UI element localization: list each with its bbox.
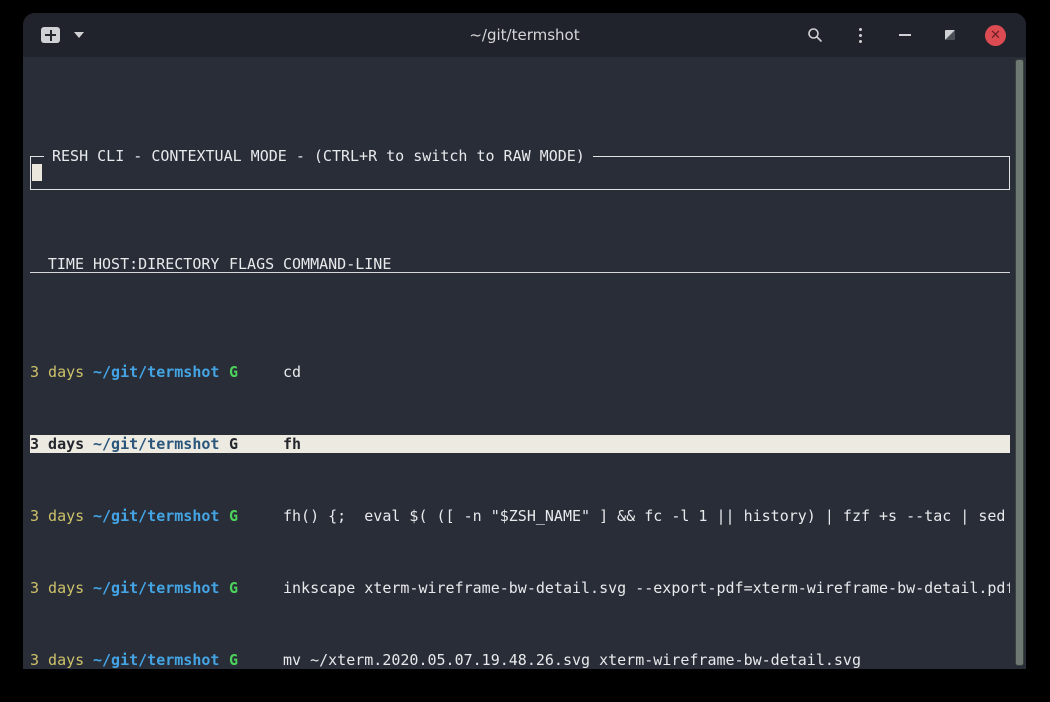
row-time: 3 days bbox=[30, 579, 84, 597]
row-command: mv ~/xterm.2020.05.07.19.48.26.svg xterm… bbox=[283, 651, 861, 669]
header-host: HOST:DIRECTORY bbox=[93, 255, 220, 272]
scrollbar[interactable] bbox=[1015, 59, 1024, 666]
row-flags: G bbox=[229, 435, 274, 453]
row-command: cd bbox=[283, 363, 301, 381]
search-input[interactable]: RESH CLI - CONTEXTUAL MODE - (CTRL+R to … bbox=[30, 156, 1010, 190]
row-host: ~/git/termshot bbox=[93, 363, 220, 381]
history-row[interactable]: 3 days ~/git/termshot G fh bbox=[30, 435, 1010, 453]
history-row[interactable]: 3 days ~/git/termshot G mv ~/xterm.2020.… bbox=[30, 651, 1010, 669]
row-time: 3 days bbox=[30, 435, 84, 453]
row-time: 3 days bbox=[30, 651, 84, 669]
row-flags: G bbox=[229, 363, 274, 381]
panel-title: RESH CLI - CONTEXTUAL MODE - (CTRL+R to … bbox=[44, 147, 593, 165]
header-time: TIME bbox=[30, 255, 84, 272]
row-command: inkscape xterm-wireframe-bw-detail.svg -… bbox=[283, 579, 1010, 597]
row-time: 3 days bbox=[30, 507, 84, 525]
row-flags: G bbox=[229, 507, 274, 525]
search-icon[interactable] bbox=[805, 25, 825, 45]
header-flags: FLAGS bbox=[229, 255, 274, 272]
row-host: ~/git/termshot bbox=[93, 435, 220, 453]
header-command: COMMAND-LINE bbox=[283, 255, 391, 272]
history-row[interactable]: 3 days ~/git/termshot G cd bbox=[30, 363, 1010, 381]
row-command: fh() {; eval $( ([ -n "$ZSH_NAME" ] && f… bbox=[283, 507, 1010, 525]
new-tab-icon[interactable] bbox=[41, 27, 60, 43]
restore-button[interactable] bbox=[940, 25, 960, 45]
history-rows: 3 days ~/git/termshot G cd 3 days ~/git/… bbox=[30, 327, 1010, 669]
terminal-screen: RESH CLI - CONTEXTUAL MODE - (CTRL+R to … bbox=[23, 57, 1026, 669]
history-header: TIME HOST:DIRECTORY FLAGS COMMAND-LINE bbox=[30, 255, 1010, 273]
row-flags: G bbox=[229, 579, 274, 597]
row-time: 3 days bbox=[30, 363, 84, 381]
row-host: ~/git/termshot bbox=[93, 579, 220, 597]
terminal-window: ~/git/termshot ✕ RESH CLI - CONTEXTUAL M… bbox=[23, 13, 1026, 669]
history-row[interactable]: 3 days ~/git/termshot G inkscape xterm-w… bbox=[30, 579, 1010, 597]
close-button[interactable]: ✕ bbox=[985, 25, 1006, 46]
chevron-down-icon[interactable] bbox=[74, 32, 84, 38]
history-row[interactable]: 3 days ~/git/termshot G fh() {; eval $( … bbox=[30, 507, 1010, 525]
text-cursor bbox=[32, 164, 42, 181]
titlebar: ~/git/termshot ✕ bbox=[23, 13, 1026, 57]
menu-kebab-icon[interactable] bbox=[850, 25, 870, 45]
row-flags: G bbox=[229, 651, 274, 669]
row-command: fh bbox=[283, 435, 301, 453]
row-host: ~/git/termshot bbox=[93, 651, 220, 669]
row-host: ~/git/termshot bbox=[93, 507, 220, 525]
minimize-button[interactable] bbox=[895, 25, 915, 45]
